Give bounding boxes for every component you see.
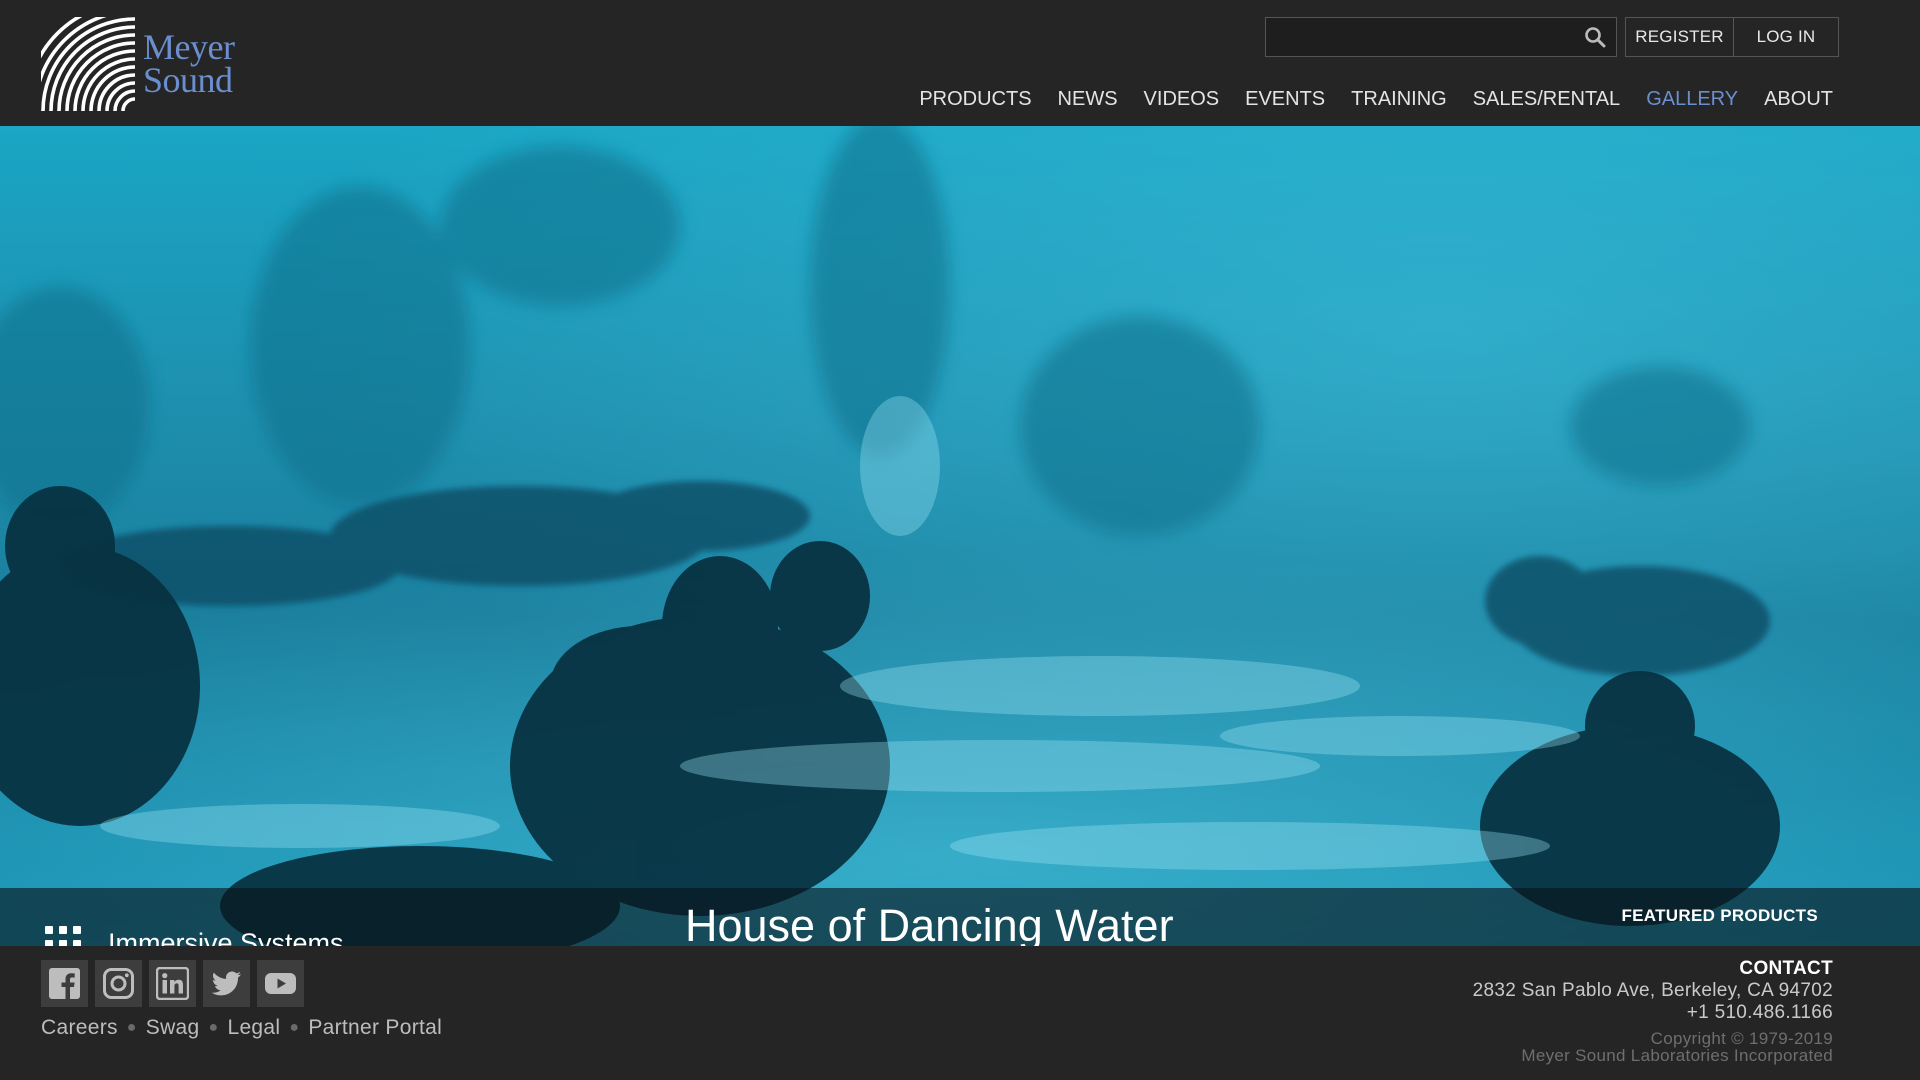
nav-item-gallery[interactable]: GALLERY	[1646, 88, 1738, 111]
logo-wordmark: Meyer Sound	[143, 29, 235, 100]
caption-bar: Immersive Systems House of Dancing Water…	[0, 888, 1920, 946]
separator-dot: ●	[289, 1019, 300, 1036]
contact-heading[interactable]: CONTACT	[1473, 958, 1833, 980]
hero-banner[interactable]: Immersive Systems House of Dancing Water…	[0, 126, 1920, 946]
instagram-icon	[103, 968, 134, 999]
register-button[interactable]: REGISTER	[1626, 18, 1734, 56]
footer-links: Careers ● Swag ● Legal ● Partner Portal	[41, 1016, 442, 1040]
search-input[interactable]	[1266, 18, 1576, 56]
main-nav: PRODUCTS NEWS VIDEOS EVENTS TRAINING SAL…	[893, 88, 1833, 111]
nav-item-events[interactable]: EVENTS	[1245, 88, 1325, 111]
nav-item-products[interactable]: PRODUCTS	[919, 88, 1031, 111]
separator-dot: ●	[208, 1019, 219, 1036]
meyer-sound-logo[interactable]: Meyer Sound	[41, 16, 256, 112]
twitter-icon	[211, 971, 241, 996]
nav-item-about[interactable]: ABOUT	[1764, 88, 1833, 111]
contact-phone[interactable]: +1 510.486.1166	[1473, 1002, 1833, 1024]
separator-dot: ●	[126, 1019, 137, 1036]
copyright-text: Copyright © 1979-2019	[1650, 1029, 1833, 1048]
twitter-link[interactable]	[203, 960, 250, 1007]
hero-image	[0, 126, 1920, 946]
footer-link-swag[interactable]: Swag	[146, 1016, 200, 1040]
category-label[interactable]: Immersive Systems	[108, 928, 344, 946]
auth-buttons: REGISTER LOG IN	[1625, 17, 1839, 57]
linkedin-icon	[156, 967, 189, 1000]
hero-title: House of Dancing Water	[685, 900, 1174, 946]
contact-address: 2832 San Pablo Ave, Berkeley, CA 94702	[1472, 980, 1833, 1001]
footer-link-partner-portal[interactable]: Partner Portal	[308, 1016, 442, 1040]
search-icon[interactable]	[1584, 26, 1606, 48]
search-box	[1265, 17, 1617, 57]
login-button[interactable]: LOG IN	[1734, 18, 1838, 56]
footer-link-careers[interactable]: Careers	[41, 1016, 118, 1040]
instagram-link[interactable]	[95, 960, 142, 1007]
grid-icon[interactable]	[45, 926, 81, 946]
linkedin-link[interactable]	[149, 960, 196, 1007]
nav-item-videos[interactable]: VIDEOS	[1144, 88, 1220, 111]
site-header: Meyer Sound REGISTER LOG IN PRODUCTS NEW…	[0, 0, 1920, 126]
logo-line-2: Sound	[143, 60, 233, 100]
facebook-icon	[49, 968, 80, 1000]
site-footer: Careers ● Swag ● Legal ● Partner Portal …	[0, 946, 1920, 1080]
social-links	[41, 960, 304, 1007]
featured-products-link[interactable]: FEATURED PRODUCTS	[1621, 906, 1818, 926]
nav-item-training[interactable]: TRAINING	[1351, 88, 1447, 111]
nav-item-news[interactable]: NEWS	[1058, 88, 1118, 111]
footer-link-legal[interactable]: Legal	[227, 1016, 280, 1040]
contact-block: CONTACT 2832 San Pablo Ave, Berkeley, CA…	[1473, 958, 1833, 1064]
youtube-icon	[265, 973, 296, 994]
nav-item-sales-rental[interactable]: SALES/RENTAL	[1473, 88, 1620, 111]
company-name: Meyer Sound Laboratories Incorporated	[1521, 1046, 1833, 1065]
youtube-link[interactable]	[257, 960, 304, 1007]
facebook-link[interactable]	[41, 960, 88, 1007]
logo-mark-icon	[41, 17, 135, 111]
